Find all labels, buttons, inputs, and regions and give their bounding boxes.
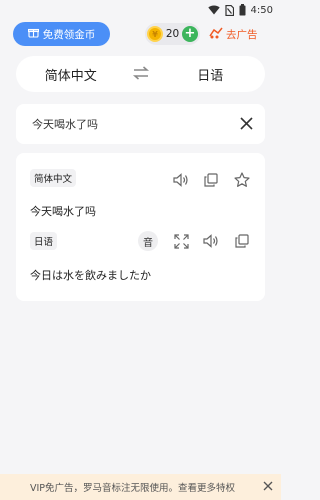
- target-language-button[interactable]: 日语: [156, 65, 266, 84]
- no-sim-icon: [224, 4, 234, 16]
- status-time: 4:50: [250, 4, 273, 16]
- target-language-tag: 日语: [30, 232, 58, 250]
- copy-icon[interactable]: [200, 170, 222, 190]
- vip-banner[interactable]: VIP免广告，罗马音标注无限使用。查看更多特权: [0, 474, 281, 500]
- source-text: 今天喝水了吗: [30, 205, 96, 218]
- translation-result-card: 简体中文 今天喝水了吗 日语 音 今日は水を飲みましたか: [16, 153, 265, 301]
- fullscreen-icon[interactable]: [170, 230, 192, 252]
- target-text: 今日は水を飲みましたか: [30, 269, 151, 282]
- close-icon[interactable]: [240, 115, 253, 134]
- coin-icon: ¥: [147, 26, 163, 42]
- source-language-button[interactable]: 简体中文: [16, 65, 126, 84]
- source-language-tag: 简体中文: [30, 169, 77, 187]
- add-coins-icon[interactable]: +: [182, 26, 198, 42]
- top-row: 免费领金币 ¥ 20 + 去广告: [0, 22, 281, 48]
- wifi-icon: [207, 5, 220, 15]
- star-icon[interactable]: [231, 170, 253, 190]
- input-card[interactable]: 今天喝水了吗: [16, 104, 265, 144]
- speaker-icon[interactable]: [170, 170, 192, 190]
- vip-banner-text: VIP免广告，罗马音标注无限使用。查看更多特权: [30, 483, 236, 494]
- target-speaker-icon[interactable]: [200, 231, 222, 251]
- swap-arrows-icon: [132, 65, 150, 84]
- free-coins-button[interactable]: 免费领金币: [13, 22, 110, 46]
- gift-icon: [27, 27, 39, 41]
- close-banner-icon[interactable]: [263, 481, 273, 494]
- status-bar: 4:50: [0, 0, 281, 20]
- coin-balance: ¥ 20 +: [145, 23, 200, 45]
- language-selector: 简体中文 日语: [16, 56, 265, 92]
- coin-count-value: 20: [165, 28, 180, 40]
- input-text[interactable]: 今天喝水了吗: [32, 116, 240, 132]
- pronunciation-button[interactable]: 音: [138, 231, 158, 251]
- target-copy-icon[interactable]: [231, 231, 253, 251]
- battery-icon: [239, 4, 246, 16]
- swap-languages-button[interactable]: [126, 65, 156, 84]
- rocket-icon: [209, 27, 223, 42]
- free-coins-label: 免费领金币: [42, 28, 96, 41]
- remove-ads-link[interactable]: 去广告: [209, 25, 258, 43]
- remove-ads-label: 去广告: [226, 28, 258, 41]
